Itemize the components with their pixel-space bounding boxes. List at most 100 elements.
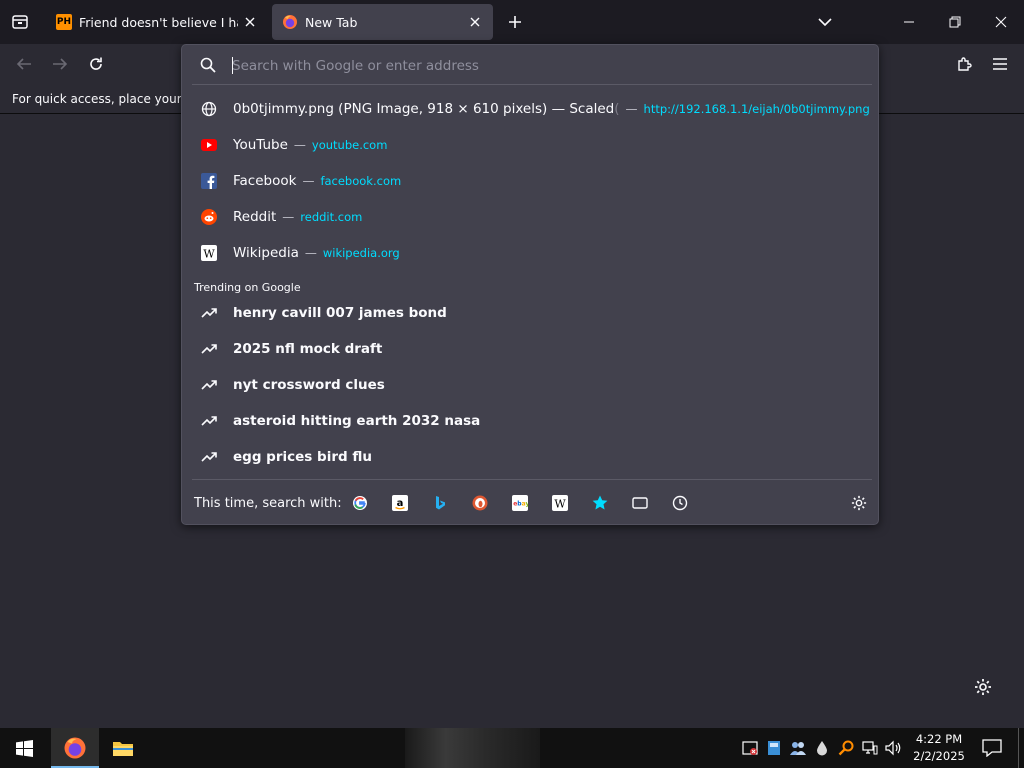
bookmarks-icon[interactable] — [590, 493, 610, 513]
ph-favicon-icon: PH — [56, 14, 72, 30]
restore-button[interactable] — [932, 0, 978, 44]
search-icon — [200, 57, 216, 73]
svg-text:a: a — [397, 498, 404, 509]
suggestion-row[interactable]: W Wikipedia — wikipedia.org — [182, 235, 878, 271]
suggestion-url: youtube.com — [311, 138, 388, 152]
globe-icon — [200, 100, 218, 118]
text-caret — [232, 57, 233, 74]
firefox-view-icon — [12, 15, 28, 29]
forward-button[interactable] — [46, 50, 74, 78]
wikipedia-engine-icon[interactable]: W — [550, 493, 570, 513]
clock-time: 4:22 PM — [915, 732, 963, 746]
trending-icon — [200, 340, 218, 358]
trending-row[interactable]: henry cavill 007 james bond — [182, 295, 878, 331]
tray-people-icon[interactable] — [788, 738, 808, 758]
folder-icon — [113, 742, 133, 756]
close-tab-icon[interactable] — [242, 14, 258, 30]
bing-icon[interactable] — [430, 493, 450, 513]
suggestion-row[interactable]: Reddit — reddit.com — [182, 199, 878, 235]
close-icon — [995, 16, 1007, 28]
divider — [192, 479, 872, 480]
show-desktop-button[interactable] — [1018, 728, 1024, 768]
svg-text:ebay: ebay — [513, 501, 528, 508]
volume-icon[interactable] — [884, 738, 904, 758]
trending-icon — [200, 304, 218, 322]
tab-title: New Tab — [305, 14, 358, 30]
hamburger-menu-icon — [993, 58, 1007, 70]
duckduckgo-icon[interactable] — [470, 493, 490, 513]
gear-icon — [851, 495, 867, 511]
taskbar-file-explorer[interactable] — [99, 728, 147, 768]
one-off-search-row: This time, search with: — [182, 485, 878, 521]
suggestion-row[interactable]: YouTube — youtube.com — [182, 127, 878, 163]
windows-logo-icon — [15, 739, 33, 757]
app-menu-button[interactable] — [986, 50, 1014, 78]
tray-app-icon[interactable] — [764, 738, 784, 758]
new-tab-button[interactable] — [502, 8, 528, 36]
minimize-button[interactable] — [886, 0, 932, 44]
suggestion-row[interactable]: 0b0tjimmy.png (PNG Image, 918 × 610 pixe… — [182, 91, 878, 127]
search-with-label: This time, search with: — [194, 495, 342, 511]
separator-dash: — — [304, 246, 317, 260]
plus-icon — [509, 16, 521, 28]
trending-icon — [200, 376, 218, 394]
customize-new-tab-button[interactable] — [972, 676, 994, 698]
chevron-down-icon — [818, 18, 832, 27]
tab-pornhub[interactable]: PH Friend doesn't believe I have a huge — [46, 4, 268, 40]
taskbar-firefox[interactable] — [51, 728, 99, 768]
desktop-background-sliver — [405, 728, 540, 768]
tray-drop-icon[interactable] — [812, 738, 832, 758]
trending-row[interactable]: nyt crossword clues — [182, 367, 878, 403]
tab-title: Friend doesn't believe I have a huge — [79, 14, 238, 30]
suggestion-url: facebook.com — [320, 174, 402, 188]
separator-dash: — — [293, 138, 306, 152]
start-button[interactable] — [0, 728, 48, 768]
trending-text: nyt crossword clues — [233, 377, 385, 393]
trending-text: asteroid hitting earth 2032 nasa — [233, 413, 481, 429]
back-arrow-icon — [16, 58, 31, 70]
suggestion-row[interactable]: Facebook — facebook.com — [182, 163, 878, 199]
list-all-tabs-button[interactable] — [802, 0, 848, 44]
separator-dash: — — [625, 102, 638, 116]
urlbar-input-row — [182, 45, 878, 85]
trending-text: 2025 nfl mock draft — [233, 341, 383, 357]
trending-icon — [200, 412, 218, 430]
reload-button[interactable] — [82, 50, 110, 78]
google-icon[interactable] — [350, 493, 370, 513]
extensions-button[interactable] — [950, 50, 978, 78]
taskbar-clock[interactable]: 4:22 PM 2/2/2025 — [912, 731, 966, 765]
ebay-icon[interactable]: ebay — [510, 493, 530, 513]
puzzle-icon — [958, 57, 972, 71]
tray-search-icon[interactable] — [836, 738, 856, 758]
trending-row[interactable]: asteroid hitting earth 2032 nasa — [182, 403, 878, 439]
amazon-icon[interactable]: a — [390, 493, 410, 513]
suggestion-title: 0b0tjimmy.png (PNG Image, 918 × 610 pixe… — [233, 101, 615, 117]
tab-new-tab[interactable]: New Tab — [272, 4, 493, 40]
search-settings-button[interactable] — [848, 492, 870, 514]
reload-icon — [90, 57, 102, 70]
tray-security-icon[interactable] — [740, 738, 760, 758]
network-icon[interactable] — [860, 738, 880, 758]
minimize-icon — [904, 21, 914, 23]
youtube-icon — [200, 136, 218, 154]
back-button[interactable] — [10, 50, 38, 78]
history-icon[interactable] — [670, 493, 690, 513]
facebook-icon — [200, 172, 218, 190]
divider — [192, 84, 872, 85]
close-tab-icon[interactable] — [467, 14, 483, 30]
firefox-icon — [64, 737, 86, 759]
tabs-icon[interactable] — [630, 493, 650, 513]
action-center-button[interactable] — [980, 736, 1004, 760]
windows-taskbar: 4:22 PM 2/2/2025 — [0, 728, 1024, 768]
firefox-view-button[interactable] — [6, 8, 34, 36]
suggestion-title: Wikipedia — [233, 245, 299, 261]
suggestion-url: http://192.168.1.1/eijah/0b0tjimmy.png — [643, 102, 870, 116]
trending-row[interactable]: egg prices bird flu — [182, 439, 878, 475]
address-bar-input[interactable] — [232, 55, 832, 77]
close-window-button[interactable] — [978, 0, 1024, 44]
urlbar-dropdown: 0b0tjimmy.png (PNG Image, 918 × 610 pixe… — [181, 44, 879, 525]
trending-row[interactable]: 2025 nfl mock draft — [182, 331, 878, 367]
separator-dash: — — [302, 174, 315, 188]
bookmarks-hint-text: For quick access, place your bookmarks h… — [12, 92, 184, 106]
suggestion-title: YouTube — [233, 137, 288, 153]
